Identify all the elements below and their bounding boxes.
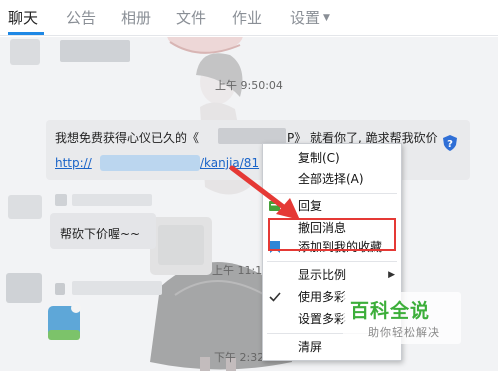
tab-settings[interactable]: 设置 ▼	[290, 7, 330, 28]
chevron-down-icon: ▼	[323, 13, 330, 23]
menu-item-copy[interactable]: 复制(C)	[263, 149, 401, 167]
active-tab-indicator	[8, 32, 44, 35]
message-timestamp: 上午 11:1	[212, 264, 263, 277]
watermark-subtitle: 助你轻松解决	[368, 326, 440, 339]
tab-album[interactable]: 相册	[121, 7, 151, 28]
reply-message-text: 帮砍下价喔~~	[60, 227, 141, 241]
tab-chat[interactable]: 聊天	[8, 7, 38, 28]
menu-item-label: 使用多彩	[298, 290, 347, 304]
message-timestamp: 上午 9:50:04	[215, 79, 283, 92]
avatar[interactable]	[10, 39, 40, 65]
menu-item-label: 清屏	[298, 340, 323, 354]
tab-announcement[interactable]: 公告	[66, 7, 96, 28]
annotation-highlight-box	[268, 218, 396, 251]
menu-item-label: 复制(C)	[298, 151, 340, 165]
menu-item-reply[interactable]: 回复	[263, 197, 401, 215]
menu-separator	[267, 261, 397, 262]
tab-homework[interactable]: 作业	[232, 7, 262, 28]
avatar[interactable]	[6, 273, 42, 303]
sender-name-blurred	[72, 194, 152, 206]
checkmark-icon	[269, 292, 281, 302]
menu-item-label: 全部选择(A)	[298, 172, 364, 186]
message-text-start: 我想免费获得心仪已久的《	[55, 131, 200, 145]
menu-item-select-all[interactable]: 全部选择(A)	[263, 170, 401, 188]
link-blurred	[100, 155, 200, 171]
sticker-image[interactable]	[46, 302, 84, 342]
menu-item-label: 回复	[298, 199, 323, 213]
product-name-blurred	[218, 128, 286, 144]
help-shield-icon[interactable]: ?	[443, 135, 457, 151]
watermark-title: 百科全说	[350, 300, 431, 322]
sender-name-blurred	[72, 281, 162, 295]
avatar[interactable]	[8, 195, 42, 219]
menu-item-label: 显示比例	[298, 268, 347, 282]
tab-bar: 聊天 公告 相册 文件 作业 设置 ▼	[0, 0, 498, 36]
sender-name-blurred	[55, 283, 65, 295]
menu-item-display-scale[interactable]: 显示比例 ▶	[263, 266, 401, 284]
tab-files[interactable]: 文件	[176, 7, 206, 28]
share-link-suffix[interactable]: /kanjia/81	[200, 156, 259, 170]
share-link-prefix[interactable]: http://	[55, 156, 92, 170]
chevron-right-icon: ▶	[388, 270, 395, 280]
sender-name-blurred	[55, 194, 67, 206]
sender-name-blurred	[60, 40, 130, 62]
menu-separator	[267, 193, 397, 194]
tab-settings-label: 设置	[290, 9, 321, 27]
reply-icon	[269, 201, 280, 211]
menu-item-label: 设置多彩	[298, 312, 347, 326]
svg-text:?: ?	[447, 139, 453, 150]
